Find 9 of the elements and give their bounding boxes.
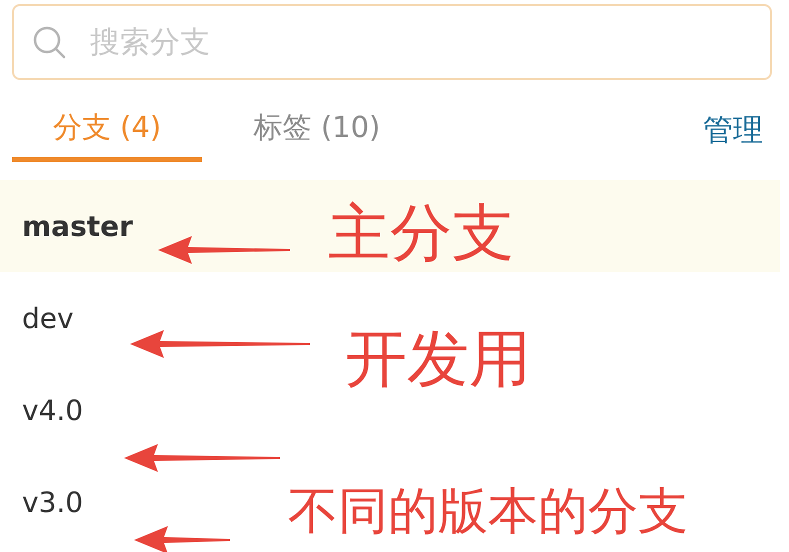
annotation-text: 不同的版本的分支 — [288, 486, 688, 536]
branch-item[interactable]: dev — [22, 302, 74, 334]
branch-item[interactable]: v4.0 — [22, 394, 84, 426]
branch-item[interactable]: master — [22, 210, 133, 242]
annotation-text: 主分支 — [328, 202, 514, 264]
search-icon — [32, 25, 66, 59]
branch-item[interactable]: v3.0 — [22, 486, 84, 518]
manage-link[interactable]: 管理 — [703, 108, 763, 151]
annotation-text: 开发用 — [345, 328, 531, 390]
